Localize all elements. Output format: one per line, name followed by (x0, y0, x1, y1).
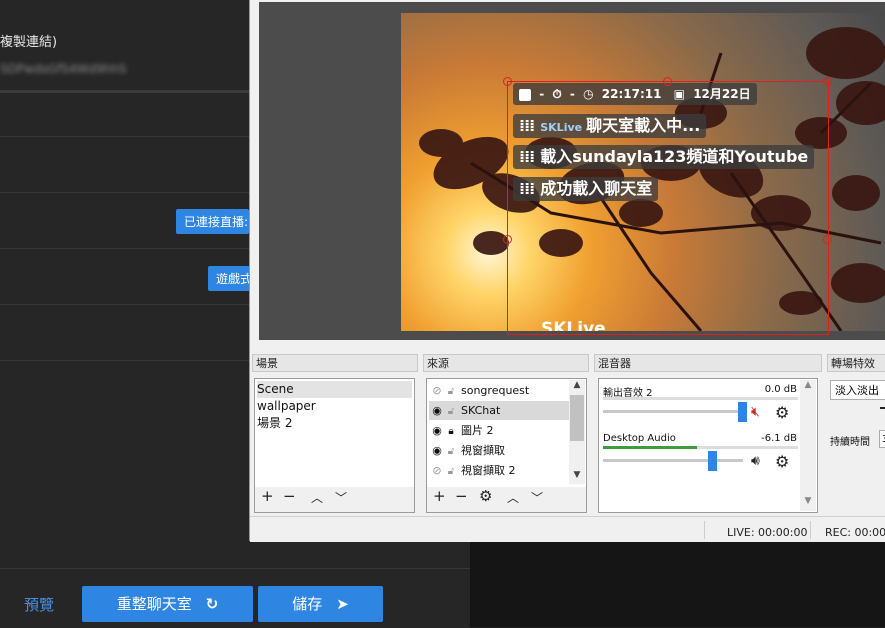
source-name: 圖片 2 (461, 424, 494, 437)
scroll-down-icon[interactable]: ▼ (569, 470, 585, 484)
resize-handle[interactable] (663, 77, 672, 86)
sources-header: 來源 (423, 354, 589, 372)
eye-hidden-icon[interactable]: ⊘ (429, 381, 445, 400)
source-item[interactable]: ◉ 🔒︎ 圖片 2 (429, 421, 569, 440)
remove-source-button[interactable]: − (455, 487, 468, 507)
unlock-icon[interactable]: 🔓︎ (445, 462, 457, 481)
source-name: songrequest (461, 384, 530, 397)
chat-url-label: 複製連結) (0, 35, 58, 50)
mixer-gear-icon[interactable]: ⚙ (775, 452, 789, 471)
save-button[interactable]: 儲存 ➤ (258, 586, 383, 622)
scene-item[interactable]: wallpaper (257, 398, 316, 415)
audio-mixer: 輸出音效 2 0.0 dB 🔇︎ ⚙ Desktop Audio -6.1 dB… (598, 378, 818, 513)
scroll-up-icon[interactable]: ▲ (569, 380, 585, 394)
speaker-icon[interactable]: 🔊︎ (751, 453, 760, 469)
transitions-header: 轉場特效 (827, 354, 885, 372)
add-source-button[interactable]: + (433, 487, 446, 507)
transition-select[interactable]: 淡入淡出 (830, 380, 885, 400)
status-bar: LIVE: 00:00:00 REC: 00:00:00 (250, 516, 885, 542)
scroll-thumb[interactable] (570, 395, 584, 441)
add-scene-button[interactable]: + (261, 487, 274, 507)
move-down-button[interactable]: ﹀ (531, 489, 543, 509)
move-up-button[interactable]: ︿ (311, 489, 323, 509)
source-item[interactable]: ⊘ 🔓︎ songrequest (429, 381, 569, 400)
speaker-muted-icon[interactable]: 🔇︎ (751, 404, 760, 420)
resize-handle[interactable] (823, 235, 832, 244)
resize-handle[interactable] (503, 235, 512, 244)
unlock-icon[interactable]: 🔓︎ (445, 382, 457, 401)
volume-slider-knob[interactable] (738, 402, 747, 422)
scenes-header: 場景 (252, 354, 418, 372)
refresh-chat-button[interactable]: 重整聊天室 ↻ (82, 586, 253, 622)
volume-meter (603, 397, 798, 400)
volume-slider-track[interactable] (603, 410, 743, 413)
chat-url-value[interactable]: SDPwdsGfS4Wd9hhS (0, 62, 127, 76)
save-label: 儲存 (292, 595, 323, 613)
source-name: SKChat (461, 404, 501, 417)
resize-handle[interactable] (823, 77, 832, 86)
volume-slider-track[interactable] (603, 459, 743, 462)
mixer-channel-db: 0.0 dB (764, 384, 797, 395)
duration-label: 持續時間 (830, 437, 870, 448)
scenes-list: Scene wallpaper 場景 2 + − ︿ ﹀ (254, 378, 415, 513)
rec-timer: REC: 00:00:00 (825, 526, 885, 539)
remove-transition-icon[interactable] (880, 407, 885, 409)
lock-icon[interactable]: 🔒︎ (445, 422, 457, 441)
scene-item[interactable]: 場景 2 (257, 415, 292, 432)
scroll-up-icon[interactable]: ▲ (800, 380, 816, 394)
eye-icon[interactable]: ◉ (429, 401, 445, 420)
scene-item[interactable]: Scene (257, 381, 412, 398)
source-name: 視窗擷取 2 (461, 464, 516, 477)
remove-scene-button[interactable]: − (283, 487, 296, 507)
live-connected-chip[interactable]: 已連接直播:b (176, 209, 249, 234)
eye-icon[interactable]: ◉ (429, 441, 445, 460)
background-window (470, 541, 885, 627)
obs-window: SKLive - ⏱ - ◷ 22:17:11 ▣ 12月22日 ⁞⁞⁞ SKLi… (249, 0, 885, 542)
scroll-down-icon[interactable]: ▼ (800, 496, 816, 510)
send-icon: ➤ (336, 595, 349, 613)
eye-icon[interactable]: ◉ (429, 421, 445, 440)
source-item[interactable]: ◉ 🔓︎ SKChat (429, 401, 569, 420)
source-item[interactable]: ⊘ 🔓︎ 視窗擷取 2 (429, 461, 569, 480)
refresh-icon: ↻ (205, 595, 219, 613)
sources-list: ⊘ 🔓︎ songrequest ◉ 🔓︎ SKChat ◉ 🔒︎ 圖片 2 ◉ 🔓︎ 視窗擷取… (426, 378, 587, 513)
volume-meter-level (603, 446, 697, 449)
move-down-button[interactable]: ﹀ (335, 489, 347, 509)
unlock-icon[interactable]: 🔓︎ (445, 402, 457, 421)
refresh-chat-label: 重整聊天室 (116, 595, 192, 613)
unlock-icon[interactable]: 🔓︎ (445, 442, 457, 461)
volume-meter (603, 446, 798, 449)
divider (810, 521, 811, 539)
mixer-gear-icon[interactable]: ⚙ (775, 403, 789, 422)
scenes-toolbar: + − ︿ ﹀ (255, 487, 414, 512)
source-selection-box[interactable] (507, 81, 829, 335)
divider (704, 521, 705, 539)
volume-slider-knob[interactable] (708, 451, 717, 471)
resize-handle[interactable] (503, 77, 512, 86)
sources-scrollbar[interactable]: ▲ ▼ (569, 380, 585, 484)
mixer-scrollbar[interactable]: ▲ ▼ (800, 380, 816, 511)
preview-link[interactable]: 預覽 (24, 594, 54, 615)
move-up-button[interactable]: ︿ (507, 489, 519, 509)
duration-input[interactable]: 3 (879, 430, 885, 448)
url-underline (0, 90, 250, 93)
sources-toolbar: + − ⚙ ︿ ﹀ (427, 487, 586, 512)
game-mode-chip[interactable]: 遊戲式 (208, 266, 250, 291)
mixer-channel-name: Desktop Audio (603, 433, 676, 444)
mixer-header: 混音器 (594, 354, 822, 372)
source-properties-gear-icon[interactable]: ⚙ (479, 487, 492, 507)
live-timer: LIVE: 00:00:00 (727, 526, 808, 539)
mixer-channel-db: -6.1 dB (761, 433, 797, 444)
eye-hidden-icon[interactable]: ⊘ (429, 461, 445, 480)
source-item[interactable]: ◉ 🔓︎ 視窗擷取 (429, 441, 569, 460)
source-name: 視窗擷取 (461, 444, 505, 457)
